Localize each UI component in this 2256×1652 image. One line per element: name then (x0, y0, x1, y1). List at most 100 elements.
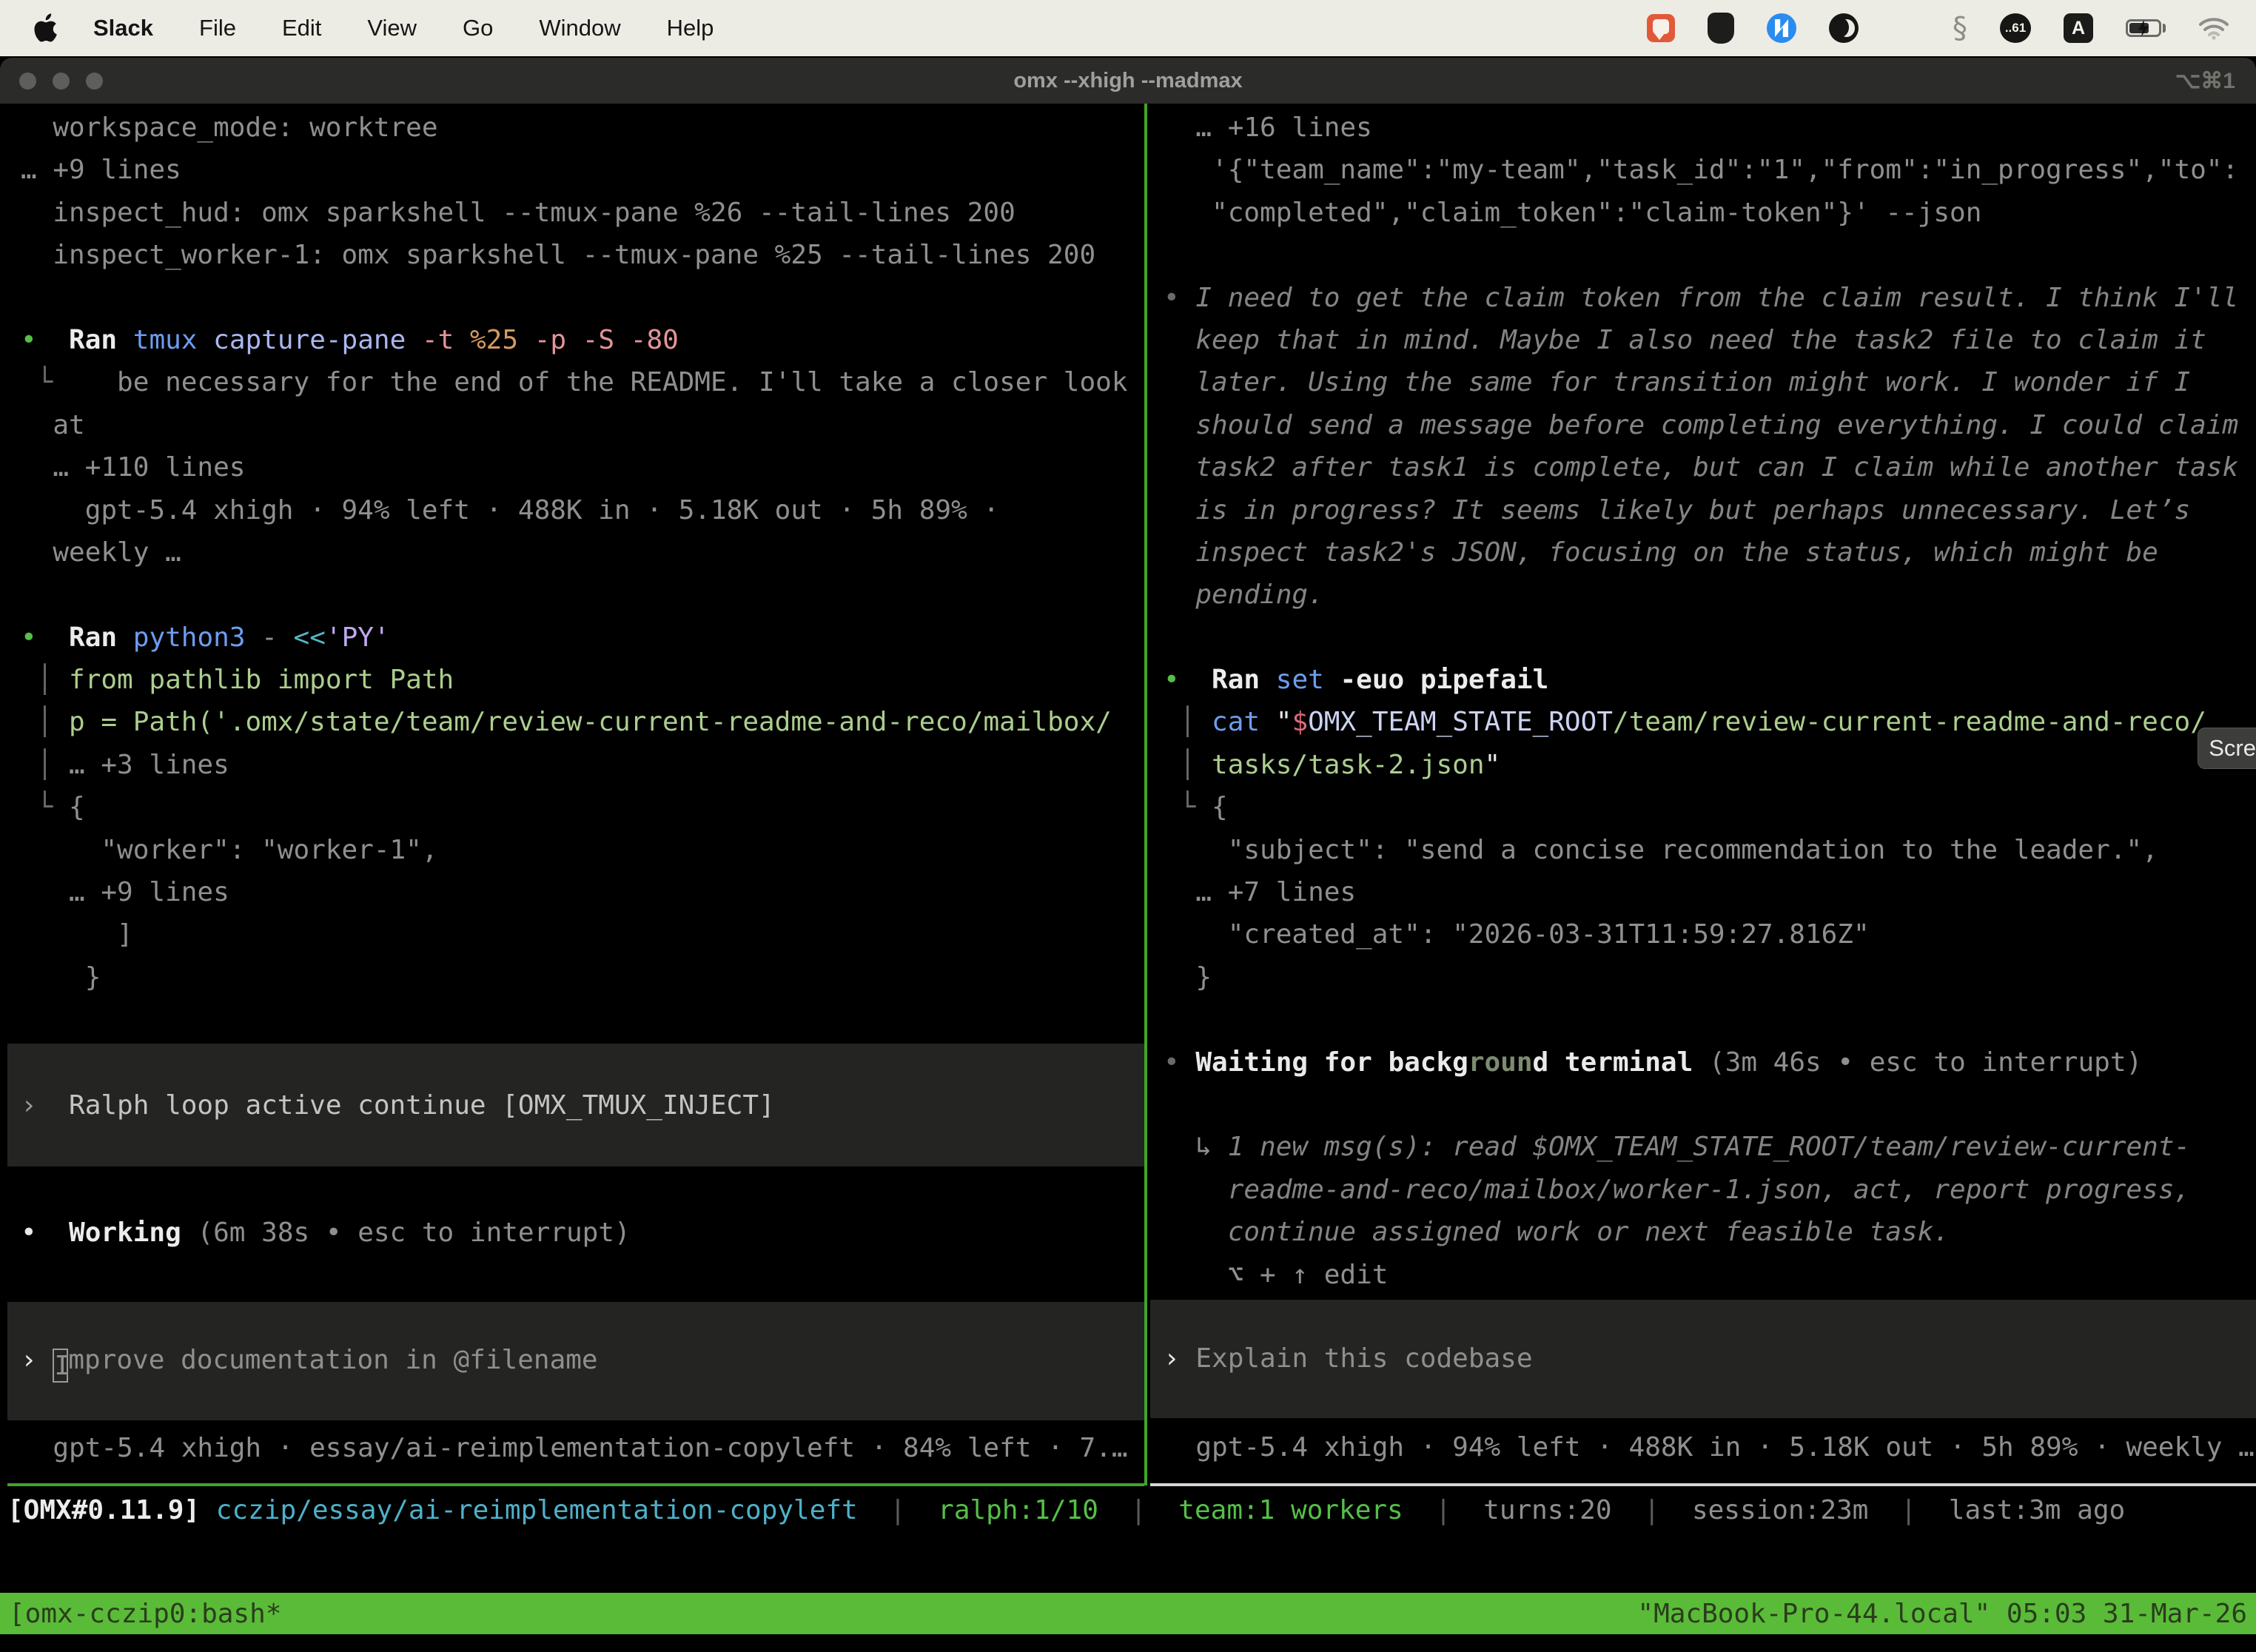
ralph-loop-line: › Ralph loop active continue [OMX_TMUX_I… (7, 1084, 775, 1126)
text-segment (1660, 1495, 1692, 1525)
dots-grid-icon[interactable] (1891, 14, 1920, 43)
text-segment: | (1435, 1495, 1451, 1525)
tmux-pane-worker[interactable]: … +16 lines '{"team_name":"my-team","tas… (1150, 104, 2256, 1468)
text-segment: tasks/task-2.json (1212, 750, 1484, 780)
text-segment: Ran (69, 622, 117, 653)
left-pane-output: workspace_mode: worktree… +9 lines inspe… (7, 104, 1144, 998)
text-segment: << (294, 622, 326, 653)
text-segment (906, 1495, 938, 1525)
text-segment: be necessary for the end of the README. … (117, 367, 1127, 397)
text-segment: weekly … (21, 537, 181, 568)
text-segment: 'PY' (326, 622, 390, 653)
count-badge-icon[interactable]: ..61 (2000, 13, 2031, 43)
terminal-line: … +7 lines (1150, 871, 2256, 913)
prompt-input-box[interactable]: › Explain this codebase (1150, 1300, 2256, 1418)
text-segment: (6m 38s • esc to interrupt) (197, 1218, 630, 1248)
text-segment: • (21, 622, 37, 653)
text-segment: team:1 workers (1178, 1495, 1403, 1525)
text-segment: last:3m ago (1949, 1495, 2125, 1525)
terminal-line: continue assigned work or next feasible … (1150, 1211, 2256, 1253)
wifi-icon[interactable] (2198, 16, 2229, 40)
terminal-line: } (7, 956, 1144, 998)
text-segment (278, 622, 294, 653)
terminal-line: ↳ 1 new msg(s): read $OMX_TEAM_STATE_ROO… (1150, 1126, 2256, 1168)
text-segment: $ (1292, 707, 1308, 737)
menu-item-file[interactable]: File (199, 15, 236, 41)
menu-item-help[interactable]: Help (667, 15, 714, 41)
menu-items: Slack File Edit View Go Window Help (93, 15, 714, 41)
apple-menu-icon[interactable] (33, 13, 58, 43)
text-segment: p = Path('.omx/state/team/review-current… (69, 707, 1112, 737)
text-segment (245, 622, 261, 653)
text-segment (566, 325, 583, 355)
input-source-icon[interactable]: A (2064, 13, 2093, 43)
text-segment: "completed","claim_token":"claim-token"}… (1164, 198, 1981, 228)
menu-item-slack[interactable]: Slack (93, 15, 153, 41)
working-status-line: • Working (6m 38s • esc to interrupt) (7, 1212, 1144, 1254)
text-segment: cat (1212, 707, 1260, 737)
text-segment (181, 1218, 198, 1248)
tmux-pane-divider[interactable] (1144, 104, 1147, 1485)
terminal-line: gpt-5.4 xhigh · 94% left · 488K in · 5.1… (7, 489, 1144, 531)
text-segment: -euo pipefail (1340, 665, 1548, 695)
text-segment (1260, 707, 1276, 737)
text-segment: gpt-5.4 xhigh · essay/ai-reimplementatio… (21, 1433, 1128, 1463)
text-segment (117, 325, 133, 355)
shield-grid-icon[interactable] (1708, 13, 1734, 44)
tmux-pane-hud[interactable]: workspace_mode: worktree… +9 lines inspe… (7, 104, 1144, 1469)
screen-record-icon[interactable] (1647, 14, 1675, 42)
prompt-input-line[interactable]: › Explain this codebase (1150, 1337, 1533, 1380)
menu-item-edit[interactable]: Edit (282, 15, 321, 41)
text-segment: ↳ (1164, 1132, 1228, 1162)
text-segment: cczip/essay/ai-reimplementation-copyleft (216, 1495, 858, 1525)
text-segment (1147, 1495, 1178, 1525)
terminal-line: • Ran python3 - <<'PY' (7, 617, 1144, 659)
battery-icon[interactable] (2126, 19, 2166, 37)
text-segment: "worker": "worker-1", (21, 835, 438, 865)
terminal-line: later. Using the same for transition mig… (1150, 361, 2256, 403)
text-segment: } (21, 962, 101, 993)
text-segment: Working (69, 1218, 181, 1248)
blue-badge-icon[interactable] (1767, 13, 1796, 43)
text-segment: "subject": "send a concise recommendatio… (1164, 835, 2158, 865)
text-segment: - (261, 622, 278, 653)
terminal-line: should send a message before completing … (1150, 404, 2256, 446)
prompt-input-box[interactable]: › Improve documentation in @filename (7, 1302, 1144, 1420)
menu-item-window[interactable]: Window (539, 15, 620, 41)
omx-status-line: [OMX#0.11.9] cczip/essay/ai-reimplementa… (7, 1489, 2256, 1531)
text-segment (1098, 1495, 1130, 1525)
prompt-input-line[interactable]: › Improve documentation in @filename (7, 1339, 598, 1383)
tooltip-label: Scre (2209, 735, 2256, 762)
text-segment: '{"team_name":"my-team","task_id":"1","f… (1164, 155, 2238, 185)
menu-item-go[interactable]: Go (463, 15, 493, 41)
tmux-status-bar: [omx-cczip0:bash* "MacBook-Pro-44.local"… (0, 1593, 2256, 1634)
text-segment: 1 new msg(s): read $OMX_TEAM_STATE_ROOT/… (1228, 1132, 2190, 1162)
text-segment: %25 (470, 325, 518, 355)
terminal-content: workspace_mode: worktree… +9 lines inspe… (0, 104, 2256, 1652)
menu-item-view[interactable]: View (367, 15, 417, 41)
text-segment: " (1485, 750, 1501, 780)
text-segment (1403, 1495, 1435, 1525)
text-segment (1180, 665, 1212, 695)
text-segment: ] (21, 919, 133, 950)
text-segment: "created_at": "2026-03-31T11:59:27.816Z" (1164, 919, 1870, 950)
window-title: omx --xhigh --madmax (0, 69, 2256, 93)
text-segment: set (1276, 665, 1324, 695)
squiggle-icon[interactable]: § (1953, 11, 1967, 45)
text-segment (1324, 665, 1340, 695)
window-title-bar[interactable]: omx --xhigh --madmax ⌥⌘1 (0, 58, 2256, 104)
text-segment (1612, 1495, 1644, 1525)
text-segment: Ran (1212, 665, 1260, 695)
text-segment: … +9 lines (21, 155, 181, 185)
text-segment: -80 (631, 325, 679, 355)
terminal-line: │ cat "$OMX_TEAM_STATE_ROOT/team/review-… (1150, 701, 2256, 743)
terminal-line: inspect task2's JSON, focusing on the st… (1150, 531, 2256, 574)
text-segment: │ (21, 750, 69, 780)
text-segment: is in progress? It seems likely but perh… (1164, 495, 2190, 526)
contrast-icon[interactable] (1829, 13, 1859, 43)
terminal-line (1150, 998, 2256, 1041)
text-segment (1693, 1047, 1709, 1078)
text-segment: { (69, 792, 85, 822)
text-segment: mprove documentation in @filename (68, 1345, 597, 1375)
terminal-line: … +9 lines (7, 871, 1144, 913)
